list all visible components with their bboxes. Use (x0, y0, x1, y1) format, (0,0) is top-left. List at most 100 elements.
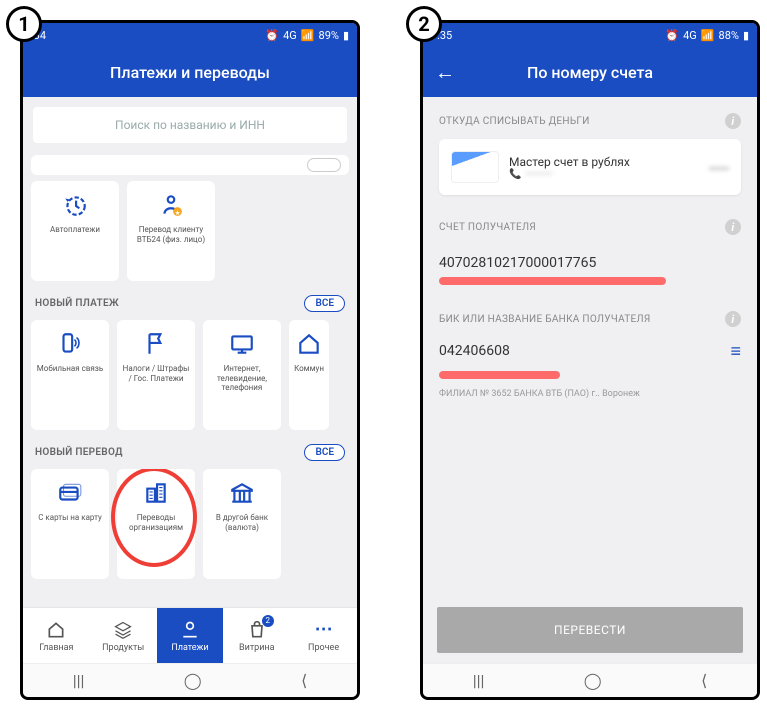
from-label: ОТКУДА СПИСЫВАТЬ ДЕНЬГИ (439, 116, 590, 127)
section-header-newpay: НОВЫЙ ПЛАТЕЖ ВСЕ (31, 281, 349, 320)
recipient-account-input[interactable]: 40702810217000017765 (439, 249, 741, 277)
home-sys-icon[interactable]: ◯ (584, 671, 602, 690)
tile-label: Мобильная связь (37, 364, 103, 374)
tile-mobile[interactable]: Мобильная связь (31, 320, 109, 430)
signal-icon: 📶 (701, 29, 715, 42)
transfer-button[interactable]: ПЕРЕВЕСТИ (437, 607, 743, 653)
account-sub: 📞 •••••••• (509, 169, 630, 180)
account-balance: ▬▬ (709, 162, 729, 173)
network-label: 4G (683, 29, 697, 42)
recent-icon[interactable]: ||| (473, 671, 485, 690)
buildings-icon (142, 479, 170, 507)
network-label: 4G (283, 29, 297, 42)
info-icon[interactable]: i (725, 219, 741, 235)
recent-icon[interactable]: ||| (73, 671, 85, 690)
dots-icon: ⋯ (313, 619, 335, 641)
person-circle-icon (179, 619, 201, 641)
list-icon[interactable]: ≡ (730, 341, 741, 362)
page-title: По номеру счета (527, 63, 653, 82)
back-sys-icon[interactable]: ⟨ (701, 671, 707, 690)
recipient-label: СЧЕТ ПОЛУЧАТЕЛЯ (439, 222, 536, 233)
tile-label: Налоги / Штрафы / Гос. Платежи (121, 364, 191, 383)
phone-screen-1: :34 ⏰ 4G 📶 89% ▮ Платежи и переводы Поис… (20, 20, 360, 700)
tile-label: Интернет, телевидение, телефония (207, 364, 277, 393)
nav-payments[interactable]: Платежи (157, 608, 224, 663)
info-icon[interactable]: i (725, 311, 741, 327)
source-account-card[interactable]: Мастер счет в рублях 📞 •••••••• ▬▬ (439, 139, 741, 195)
redaction-bar (439, 371, 560, 379)
tile-label: Автоплатежи (50, 225, 100, 235)
tile-taxes[interactable]: Налоги / Штрафы / Гос. Платежи (117, 320, 195, 430)
app-bar: ← По номеру счета (423, 47, 757, 97)
flag-icon (142, 330, 170, 358)
battery-text: 88% (719, 29, 739, 42)
signal-icon: 📶 (301, 29, 315, 42)
android-nav: ||| ◯ ⟨ (23, 663, 357, 697)
section-header-newtrans: НОВЫЙ ПЕРЕВОД ВСЕ (31, 430, 349, 469)
tile-autopay[interactable]: Автоплатежи (31, 181, 119, 281)
step-badge-2: 2 (406, 6, 442, 42)
nav-home[interactable]: Главная (23, 608, 90, 663)
phone-icon: 📞 (509, 169, 521, 180)
phone-waves-icon (56, 330, 84, 358)
bik-label: БИК ИЛИ НАЗВАНИЕ БАНКА ПОЛУЧАТЕЛЯ (439, 314, 651, 325)
home-sys-icon[interactable]: ◯ (184, 671, 202, 690)
all-button[interactable]: ВСЕ (304, 295, 345, 312)
content-area: Автоплатежи ★ Перевод клиенту ВТБ24 (физ… (23, 149, 357, 607)
battery-icon: ▮ (743, 29, 749, 42)
section-title: НОВЫЙ ПЛАТЕЖ (35, 298, 119, 309)
nav-label: Платежи (171, 643, 208, 653)
tile-label: В другой банк (валюта) (207, 513, 277, 532)
alarm-icon: ⏰ (665, 29, 679, 42)
app-bar: Платежи и переводы (23, 47, 357, 97)
section-title: НОВЫЙ ПЕРЕВОД (35, 447, 123, 458)
nav-label: Главная (39, 643, 73, 653)
tile-label: С карты на карту (38, 513, 102, 523)
tile-card-to-card[interactable]: С карты на карту (31, 469, 109, 579)
home-icon (45, 619, 67, 641)
step-badge-1: 1 (6, 6, 42, 42)
tile-internet[interactable]: Интернет, телевидение, телефония (203, 320, 281, 430)
search-input[interactable]: Поиск по названию и ИНН (33, 107, 347, 143)
redaction-bar (439, 277, 666, 285)
clock-refresh-icon (61, 191, 89, 219)
tile-other-bank[interactable]: В другой банк (валюта) (203, 469, 281, 579)
status-bar: :34 ⏰ 4G 📶 89% ▮ (23, 23, 357, 47)
tile-label: Переводы организациям (121, 513, 191, 532)
tile-label: Перевод клиенту ВТБ24 (физ. лицо) (131, 225, 211, 244)
tile-vtb-client[interactable]: ★ Перевод клиенту ВТБ24 (физ. лицо) (127, 181, 215, 281)
cutoff-card (31, 155, 349, 175)
layers-icon (112, 619, 134, 641)
nav-label: Прочее (308, 643, 339, 653)
android-nav: ||| ◯ ⟨ (423, 663, 757, 697)
cards-icon (56, 479, 84, 507)
page-title: Платежи и переводы (110, 63, 270, 82)
bik-input[interactable]: 042406608 (439, 337, 510, 365)
status-bar: 7:35 ⏰ 4G 📶 88% ▮ (423, 23, 757, 47)
person-star-icon: ★ (157, 191, 185, 219)
back-sys-icon[interactable]: ⟨ (301, 671, 307, 690)
back-icon[interactable]: ← (435, 60, 455, 85)
bik-label-row: БИК ИЛИ НАЗВАНИЕ БАНКА ПОЛУЧАТЕЛЯ i (439, 311, 741, 327)
info-icon[interactable]: i (725, 113, 741, 129)
svg-text:★: ★ (175, 209, 181, 217)
account-name: Мастер счет в рублях (509, 155, 630, 169)
all-button[interactable]: ВСЕ (304, 444, 345, 461)
bottom-nav: Главная Продукты Платежи 2 Витрина (23, 607, 357, 663)
bag-icon: 2 (246, 619, 268, 641)
tile-label: Коммун (294, 364, 324, 374)
card-thumb-icon (451, 151, 499, 183)
pill-ghost (307, 158, 341, 172)
nav-label: Продукты (102, 643, 144, 653)
battery-text: 89% (319, 29, 339, 42)
phone-screen-2: 7:35 ⏰ 4G 📶 88% ▮ ← По номеру счета ОТКУ… (420, 20, 760, 700)
nav-showcase[interactable]: 2 Витрина (223, 608, 290, 663)
tile-org-transfer[interactable]: Переводы организациям (117, 469, 195, 579)
nav-products[interactable]: Продукты (90, 608, 157, 663)
nav-more[interactable]: ⋯ Прочее (290, 608, 357, 663)
recipient-label-row: СЧЕТ ПОЛУЧАТЕЛЯ i (439, 219, 741, 235)
alarm-icon: ⏰ (265, 29, 279, 42)
from-label-row: ОТКУДА СПИСЫВАТЬ ДЕНЬГИ i (439, 113, 741, 129)
tile-utilities[interactable]: Коммун (289, 320, 329, 430)
battery-icon: ▮ (343, 29, 349, 42)
